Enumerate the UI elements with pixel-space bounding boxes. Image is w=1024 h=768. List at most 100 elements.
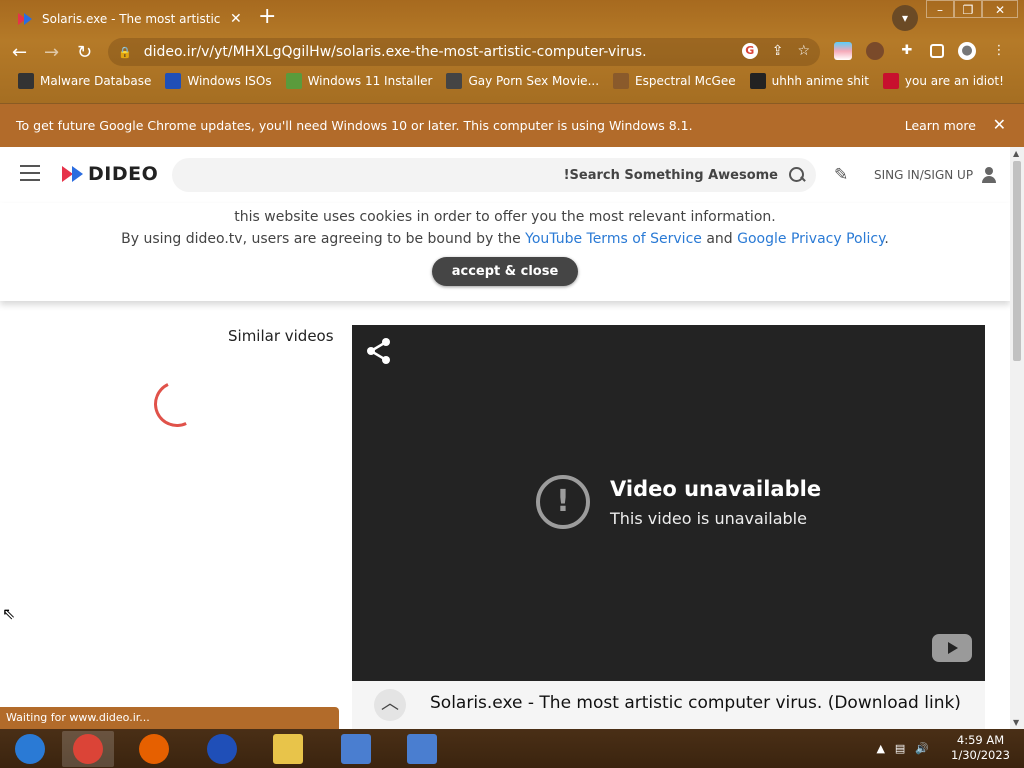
mouse-cursor-icon: ⇖ [2, 604, 16, 623]
share-icon[interactable] [366, 337, 392, 365]
start-icon [15, 734, 45, 764]
google-lens-icon[interactable]: G [741, 43, 758, 59]
globe-icon [446, 73, 463, 89]
installer-2-icon [407, 734, 437, 764]
tab-title: Solaris.exe - The most artistic co [42, 12, 222, 26]
dideo-logo[interactable]: DIDEO [62, 163, 158, 185]
chrome-icon [73, 734, 103, 764]
scrollbar-thumb[interactable] [1013, 161, 1021, 361]
bookmark-item[interactable]: Espectral McGee [613, 73, 736, 89]
sign-in-label: SING IN/SIGN UP [874, 168, 974, 182]
taskbar-file-explorer-button[interactable] [262, 731, 314, 767]
taskbar-installer-1-button[interactable] [330, 731, 382, 767]
forward-button[interactable]: → [44, 40, 59, 66]
restore-button[interactable]: ❐ [954, 0, 982, 18]
skull-icon [18, 73, 34, 89]
dideo-favicon-icon [18, 12, 34, 26]
bookmark-item[interactable]: Gay Porn Sex Movie... [446, 73, 599, 89]
avatar-extension-icon[interactable] [866, 42, 884, 60]
google-privacy-link[interactable]: Google Privacy Policy [737, 231, 884, 247]
tab-close-icon[interactable]: ✕ [230, 11, 242, 27]
taskbar-chrome-button[interactable] [62, 731, 114, 767]
taskbar-firefox-button[interactable] [128, 731, 180, 767]
page-scrollbar[interactable]: ▲ ▼ [1010, 147, 1024, 729]
bookmark-star-icon[interactable]: ☆ [797, 43, 810, 59]
search-icon[interactable] [788, 166, 806, 184]
collapse-chevron-up-icon[interactable]: ︿ [374, 689, 406, 721]
back-button[interactable]: ← [12, 40, 27, 66]
unavailable-title: Video unavailable [610, 476, 822, 501]
bookmark-item[interactable]: Windows 11 Installer [285, 73, 433, 89]
update-infobar: To get future Google Chrome updates, you… [0, 103, 1024, 147]
lock-icon: 🔒 [118, 45, 132, 59]
firefox-icon [139, 734, 169, 764]
scroll-up-icon[interactable]: ▲ [1013, 149, 1019, 158]
scroll-down-icon[interactable]: ▼ [1013, 718, 1019, 727]
bookmark-item[interactable]: you are an idiot! [882, 73, 1004, 89]
bookmark-label: Espectral McGee [635, 74, 736, 88]
youtube-logo-icon[interactable] [932, 634, 972, 662]
extensions-puzzle-icon[interactable]: ✚ [898, 42, 916, 60]
taskbar-obama-logo-button[interactable] [196, 731, 248, 767]
video-unavailable-message: ! Video unavailable This video is unavai… [536, 475, 821, 529]
url-text: dideo.ir/v/yt/MHXLgQgilHw/solaris.exe-th… [143, 44, 647, 60]
tray-expand-icon[interactable]: ▲ [876, 742, 884, 755]
image-icon [285, 73, 302, 89]
menu-kebab-icon[interactable]: ⋮ [990, 42, 1008, 60]
flag-extension-icon[interactable] [834, 42, 852, 60]
cookie-text-line1: this website uses cookies in order to of… [234, 209, 776, 225]
infobar-close-icon[interactable]: ✕ [993, 115, 1006, 134]
cookie-text-line2: By using dideo.tv, users are agreeing to… [0, 231, 1010, 247]
bookmarks-bar: Malware Database Windows ISOs Windows 11 I… [18, 73, 1004, 89]
tab-search-button[interactable]: ▾ [892, 5, 918, 31]
profile-icon[interactable]: ● [958, 42, 976, 60]
sign-in-button[interactable]: SING IN/SIGN UP [874, 167, 997, 183]
unavailable-subtitle: This video is unavailable [610, 508, 807, 528]
bookmark-item[interactable]: Malware Database [18, 73, 151, 89]
browser-tab[interactable]: Solaris.exe - The most artistic co ✕ [8, 4, 248, 34]
dideo-mark-icon [62, 166, 86, 182]
panda-icon [749, 73, 766, 89]
accept-close-button[interactable]: accept & close [431, 257, 579, 286]
share-page-icon[interactable]: ⇪ [772, 43, 784, 59]
search-bar[interactable] [172, 158, 816, 192]
learn-more-link[interactable]: Learn more [905, 118, 976, 133]
hamburger-menu-icon[interactable] [20, 165, 40, 183]
video-title: Solaris.exe - The most artistic computer… [430, 693, 961, 713]
clock-date: 1/30/2023 [951, 748, 1010, 762]
cookie-suffix: . [884, 231, 889, 247]
status-bubble: Waiting for www.dideo.ir... [0, 707, 339, 729]
bookmark-item[interactable]: uhhh anime shit [749, 73, 869, 89]
system-tray: ▲ ▤ 🔊 4:59 AM 1/30/2023 [876, 733, 1010, 763]
bookmark-label: uhhh anime shit [771, 74, 869, 88]
windows-taskbar: ▲ ▤ 🔊 4:59 AM 1/30/2023 [0, 729, 1024, 768]
cookie-text-prefix: By using dideo.tv, users are agreeing to… [121, 231, 521, 247]
side-panel-icon[interactable] [930, 44, 944, 58]
clock-time: 4:59 AM [956, 733, 1005, 747]
network-icon[interactable]: ▤ [895, 742, 905, 755]
youtube-tos-link[interactable]: YouTube Terms of Service [525, 231, 702, 247]
reload-button[interactable]: ↻ [77, 40, 92, 66]
clock[interactable]: 4:59 AM 1/30/2023 [951, 733, 1010, 763]
bookmark-label: Gay Porn Sex Movie... [468, 74, 600, 88]
new-tab-button[interactable]: + [258, 4, 276, 30]
logo-text: DIDEO [88, 163, 159, 185]
address-bar[interactable]: 🔒 dideo.ir/v/yt/MHXLgQgilHw/solaris.exe-… [108, 38, 820, 66]
x-logo-icon [165, 73, 182, 89]
minimize-button[interactable]: – [926, 0, 954, 18]
page-content: DIDEO ✎ SING IN/SIGN UP this website use… [0, 147, 1010, 729]
search-input[interactable] [258, 167, 778, 183]
cookie-and: and [706, 231, 733, 247]
pencil-icon[interactable]: ✎ [834, 165, 848, 185]
taskbar-installer-2-button[interactable] [396, 731, 448, 767]
browser-chrome: Solaris.exe - The most artistic co ✕ + ▾… [0, 0, 1024, 103]
video-player[interactable]: ! Video unavailable This video is unavai… [352, 325, 985, 681]
bookmark-item[interactable]: Windows ISOs [165, 73, 272, 89]
volume-icon[interactable]: 🔊 [915, 742, 929, 755]
taskbar-start-button[interactable] [4, 731, 56, 767]
bookmark-label: Windows ISOs [187, 74, 272, 88]
bookmark-label: Windows 11 Installer [307, 74, 433, 88]
close-window-button[interactable]: ✕ [982, 0, 1018, 18]
update-message: To get future Google Chrome updates, you… [16, 118, 693, 133]
face-icon [613, 73, 630, 89]
